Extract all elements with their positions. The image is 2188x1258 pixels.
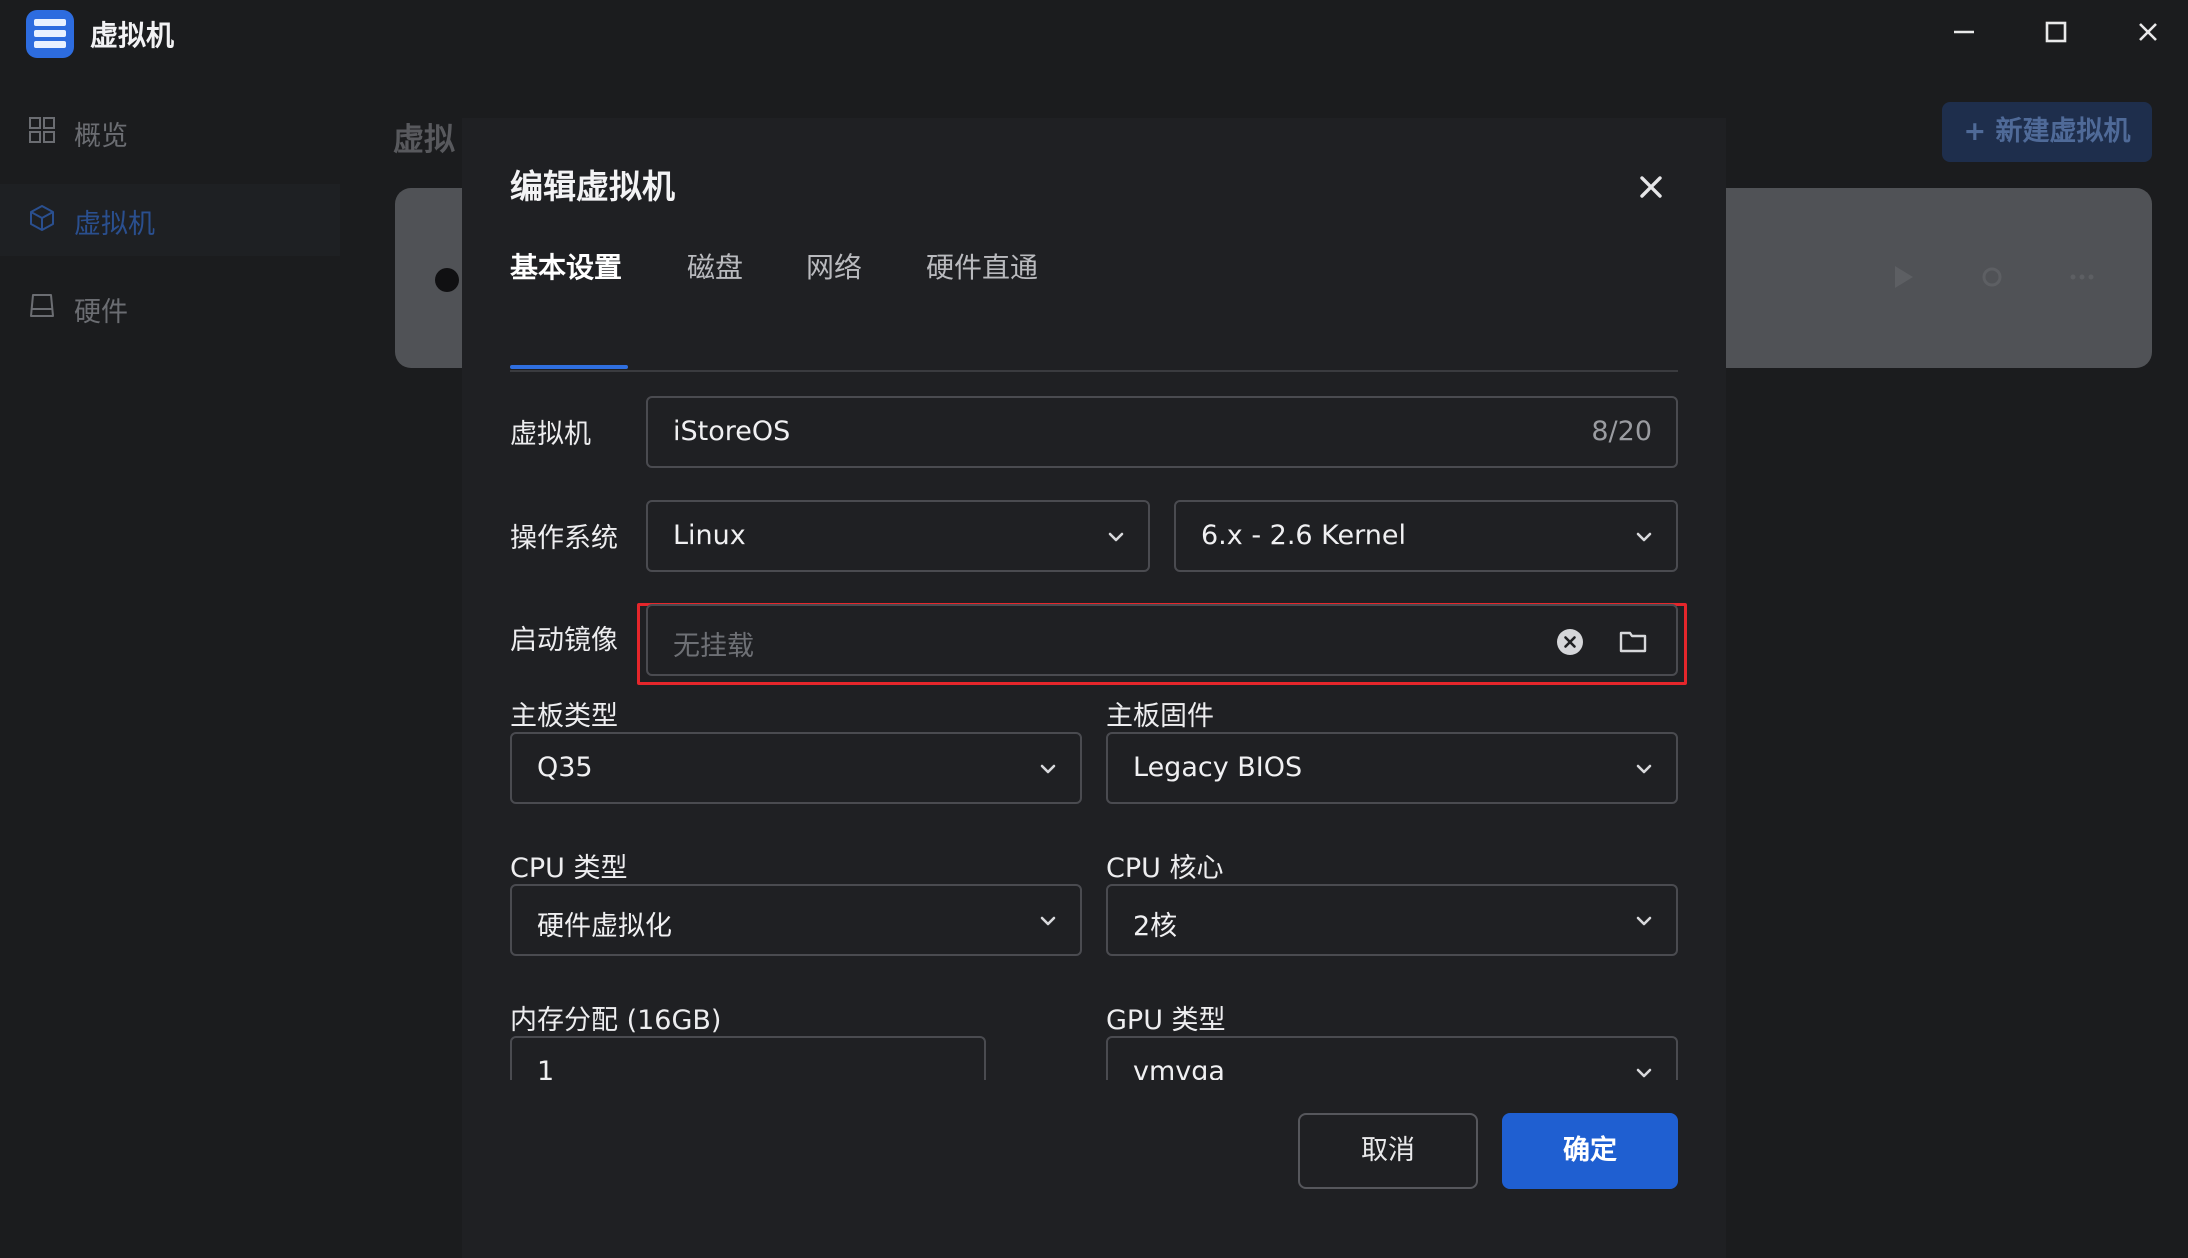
os-label: 操作系统	[510, 523, 618, 554]
minimize-icon[interactable]	[1944, 12, 1984, 52]
cancel-button[interactable]: 取消	[1298, 1113, 1478, 1189]
sidebar-item-label: 硬件	[74, 297, 128, 328]
confirm-button[interactable]: 确定	[1502, 1113, 1678, 1189]
settings-icon[interactable]	[1975, 260, 2009, 294]
sidebar-item-label: 概览	[74, 121, 128, 152]
grid-icon	[28, 116, 56, 144]
chevron-down-icon	[1104, 525, 1128, 549]
os-type-value: Linux	[673, 520, 746, 551]
chevron-down-icon	[1632, 909, 1656, 933]
maximize-icon[interactable]	[2036, 12, 2076, 52]
gpu-type-select[interactable]: vmvga	[1106, 1036, 1678, 1080]
memory-value: 1	[537, 1056, 555, 1080]
boot-image-input[interactable]: 无挂载	[646, 604, 1678, 676]
cpu-type-value: 硬件虚拟化	[537, 911, 672, 942]
form-scroll-area: 虚拟机 iStoreOS 8/20 操作系统 Linux 6.x - 2.6 K…	[462, 118, 1726, 1080]
sidebar-item-hardware[interactable]: 硬件	[0, 272, 340, 344]
board-type-select[interactable]: Q35	[510, 732, 1082, 804]
vm-name-value: iStoreOS	[673, 416, 791, 447]
cpu-cores-select[interactable]: 2核	[1106, 884, 1678, 956]
boot-image-label: 启动镜像	[510, 625, 618, 656]
sidebar-item-overview[interactable]: 概览	[0, 96, 340, 168]
more-icon[interactable]	[2065, 260, 2099, 294]
sidebar-item-vm[interactable]: 虚拟机	[0, 184, 340, 256]
chevron-down-icon	[1632, 757, 1656, 781]
board-type-label: 主板类型	[510, 701, 618, 732]
app-logo-icon	[26, 10, 74, 58]
cpu-cores-label: CPU 核心	[1106, 853, 1224, 884]
os-version-select[interactable]: 6.x - 2.6 Kernel	[1174, 500, 1678, 572]
cube-icon	[28, 204, 56, 232]
status-dot	[435, 268, 459, 292]
memory-label: 内存分配 (16GB)	[510, 1005, 722, 1036]
os-type-select[interactable]: Linux	[646, 500, 1150, 572]
edit-vm-dialog: 编辑虚拟机 基本设置 磁盘 网络 硬件直通 虚拟机 iStoreOS 8/20 …	[462, 118, 1726, 1258]
folder-icon[interactable]	[1618, 626, 1648, 656]
vm-name-input[interactable]: iStoreOS 8/20	[646, 396, 1678, 468]
chevron-down-icon	[1036, 909, 1060, 933]
app-title: 虚拟机	[90, 19, 175, 52]
vm-name-label: 虚拟机	[510, 419, 591, 450]
chevron-down-icon	[1632, 525, 1656, 549]
drive-icon	[28, 292, 56, 320]
board-type-value: Q35	[537, 752, 593, 783]
board-firmware-value: Legacy BIOS	[1133, 752, 1303, 783]
memory-input[interactable]: 1	[510, 1036, 986, 1080]
close-icon[interactable]	[2128, 12, 2168, 52]
cpu-type-label: CPU 类型	[510, 853, 628, 884]
gpu-type-value: vmvga	[1133, 1056, 1225, 1080]
cpu-type-select[interactable]: 硬件虚拟化	[510, 884, 1082, 956]
play-icon[interactable]	[1885, 260, 1919, 294]
clear-icon[interactable]	[1556, 628, 1584, 656]
new-vm-button[interactable]: + 新建虚拟机	[1942, 102, 2152, 162]
sidebar-item-label: 虚拟机	[74, 209, 155, 240]
chevron-down-icon	[1036, 757, 1060, 781]
char-counter: 8/20	[1591, 416, 1652, 447]
board-firmware-select[interactable]: Legacy BIOS	[1106, 732, 1678, 804]
cpu-cores-value: 2核	[1133, 911, 1178, 942]
os-version-value: 6.x - 2.6 Kernel	[1201, 520, 1406, 551]
gpu-type-label: GPU 类型	[1106, 1005, 1226, 1036]
boot-image-placeholder: 无挂载	[673, 631, 754, 662]
page-title: 虚拟	[393, 122, 455, 158]
title-bar: 虚拟机	[0, 0, 2188, 66]
board-firmware-label: 主板固件	[1106, 701, 1214, 732]
chevron-down-icon	[1632, 1061, 1656, 1080]
